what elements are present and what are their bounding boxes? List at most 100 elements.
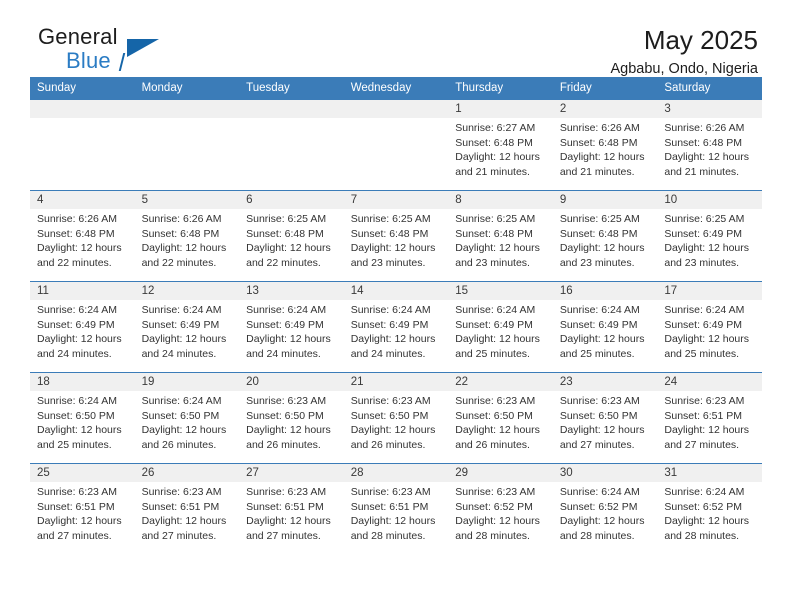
calendar-day-cell[interactable]: 21 Sunrise: 6:23 AM Sunset: 6:50 PM Dayligh… bbox=[343, 372, 449, 464]
calendar-day-cell[interactable]: 16 Sunrise: 6:24 AM Sunset: 6:49 PM Dayligh… bbox=[552, 281, 658, 373]
calendar-day-cell[interactable]: 26 Sunrise: 6:23 AM Sunset: 6:51 PM Dayligh… bbox=[134, 463, 240, 554]
calendar-day-cell[interactable]: 15 Sunrise: 6:24 AM Sunset: 6:49 PM Dayligh… bbox=[448, 281, 553, 373]
day-number: 5 bbox=[134, 191, 240, 209]
calendar-day-cell-empty bbox=[30, 99, 135, 191]
day-details: Sunrise: 6:26 AM Sunset: 6:48 PM Daylight:… bbox=[657, 118, 762, 179]
day-details: Sunrise: 6:23 AM Sunset: 6:50 PM Daylight:… bbox=[344, 391, 449, 452]
calendar-day-cell[interactable]: 12 Sunrise: 6:24 AM Sunset: 6:49 PM Dayligh… bbox=[134, 281, 240, 373]
sunset-time: Sunset: 6:49 PM bbox=[246, 318, 324, 331]
daylight-duration-line2: and 22 minutes. bbox=[141, 256, 217, 269]
day-number: 24 bbox=[657, 373, 762, 391]
weekday-header-friday: Friday bbox=[552, 77, 658, 100]
daylight-duration-line2: and 23 minutes. bbox=[559, 256, 635, 269]
daylight-duration-line1: Daylight: 12 hours bbox=[664, 151, 750, 163]
logo-triangle-icon bbox=[127, 39, 159, 57]
page-subtitle-location: Agbabu, Ondo, Nigeria bbox=[610, 60, 758, 77]
calendar-day-cell[interactable]: 14 Sunrise: 6:24 AM Sunset: 6:49 PM Dayligh… bbox=[343, 281, 449, 373]
sunset-time: Sunset: 6:51 PM bbox=[37, 500, 115, 513]
day-details: Sunrise: 6:23 AM Sunset: 6:50 PM Daylight:… bbox=[448, 391, 553, 452]
day-number: 21 bbox=[343, 373, 449, 391]
calendar-day-cell[interactable]: 31 Sunrise: 6:24 AM Sunset: 6:52 PM Dayligh… bbox=[657, 463, 762, 554]
day-number: 15 bbox=[448, 282, 553, 300]
calendar-day-cell[interactable]: 27 Sunrise: 6:23 AM Sunset: 6:51 PM Dayligh… bbox=[239, 463, 344, 554]
daylight-duration-line1: Daylight: 12 hours bbox=[246, 242, 331, 254]
page-header: General Blue May 2025 Agbabu, Ondo, Nige… bbox=[30, 0, 762, 77]
daylight-duration-line2: and 27 minutes. bbox=[664, 438, 740, 451]
weekday-header-wednesday: Wednesday bbox=[343, 77, 449, 100]
calendar-page: General Blue May 2025 Agbabu, Ondo, Nige… bbox=[0, 0, 792, 612]
calendar-week-row: 18 Sunrise: 6:24 AM Sunset: 6:50 PM Dayligh… bbox=[30, 372, 762, 464]
sunrise-time: Sunrise: 6:26 AM bbox=[141, 213, 222, 225]
calendar-day-cell[interactable]: 8 Sunrise: 6:25 AM Sunset: 6:48 PM Daylight… bbox=[448, 190, 553, 282]
calendar-day-cell[interactable]: 6 Sunrise: 6:25 AM Sunset: 6:48 PM Daylight… bbox=[239, 190, 344, 282]
calendar-day-cell[interactable]: 30 Sunrise: 6:24 AM Sunset: 6:52 PM Dayligh… bbox=[552, 463, 658, 554]
sunset-time: Sunset: 6:49 PM bbox=[141, 318, 220, 331]
day-number: 9 bbox=[552, 191, 658, 209]
sunrise-time: Sunrise: 6:23 AM bbox=[455, 395, 536, 407]
daylight-duration-line1: Daylight: 12 hours bbox=[141, 242, 227, 254]
day-details: Sunrise: 6:24 AM Sunset: 6:49 PM Daylight:… bbox=[239, 300, 344, 361]
sunrise-time: Sunrise: 6:24 AM bbox=[559, 486, 640, 498]
day-details: Sunrise: 6:25 AM Sunset: 6:48 PM Daylight:… bbox=[553, 209, 658, 270]
calendar-day-cell[interactable]: 7 Sunrise: 6:25 AM Sunset: 6:48 PM Daylight… bbox=[343, 190, 449, 282]
calendar-day-cell[interactable]: 20 Sunrise: 6:23 AM Sunset: 6:50 PM Dayligh… bbox=[239, 372, 344, 464]
calendar-day-cell[interactable]: 28 Sunrise: 6:23 AM Sunset: 6:51 PM Dayligh… bbox=[343, 463, 449, 554]
day-number: 29 bbox=[448, 464, 553, 482]
daylight-duration-line2: and 28 minutes. bbox=[455, 529, 530, 542]
calendar-day-cell[interactable]: 13 Sunrise: 6:24 AM Sunset: 6:49 PM Dayligh… bbox=[239, 281, 344, 373]
day-details: Sunrise: 6:23 AM Sunset: 6:51 PM Daylight:… bbox=[30, 482, 135, 543]
sunset-time: Sunset: 6:48 PM bbox=[350, 227, 429, 240]
daylight-duration-line2: and 24 minutes. bbox=[246, 347, 321, 360]
calendar-day-cell-empty bbox=[239, 99, 344, 191]
day-number: 13 bbox=[239, 282, 344, 300]
daylight-duration-line2: and 25 minutes. bbox=[664, 347, 740, 360]
calendar-day-cell[interactable]: 4 Sunrise: 6:26 AM Sunset: 6:48 PM Daylight… bbox=[30, 190, 135, 282]
daylight-duration-line2: and 22 minutes. bbox=[37, 256, 112, 269]
daylight-duration-line1: Daylight: 12 hours bbox=[350, 242, 436, 254]
daylight-duration-line1: Daylight: 12 hours bbox=[559, 242, 645, 254]
day-number: 23 bbox=[552, 373, 658, 391]
sunset-time: Sunset: 6:49 PM bbox=[664, 318, 743, 331]
sunrise-time: Sunrise: 6:23 AM bbox=[559, 395, 640, 407]
calendar-day-cell[interactable]: 19 Sunrise: 6:24 AM Sunset: 6:50 PM Dayligh… bbox=[134, 372, 240, 464]
daylight-duration-line1: Daylight: 12 hours bbox=[141, 515, 227, 527]
daylight-duration-line2: and 27 minutes. bbox=[37, 529, 112, 542]
sunset-time: Sunset: 6:48 PM bbox=[559, 227, 638, 240]
day-details: Sunrise: 6:24 AM Sunset: 6:49 PM Daylight:… bbox=[553, 300, 658, 361]
calendar-day-cell[interactable]: 2 Sunrise: 6:26 AM Sunset: 6:48 PM Daylight… bbox=[552, 99, 658, 191]
day-number: 31 bbox=[657, 464, 762, 482]
sunset-time: Sunset: 6:51 PM bbox=[246, 500, 324, 513]
day-details: Sunrise: 6:25 AM Sunset: 6:49 PM Daylight:… bbox=[657, 209, 762, 270]
calendar-day-cell[interactable]: 18 Sunrise: 6:24 AM Sunset: 6:50 PM Dayligh… bbox=[30, 372, 135, 464]
calendar-day-cell[interactable]: 10 Sunrise: 6:25 AM Sunset: 6:49 PM Dayligh… bbox=[657, 190, 762, 282]
calendar-day-cell[interactable]: 9 Sunrise: 6:25 AM Sunset: 6:48 PM Daylight… bbox=[552, 190, 658, 282]
calendar-day-cell[interactable]: 29 Sunrise: 6:23 AM Sunset: 6:52 PM Dayligh… bbox=[448, 463, 553, 554]
calendar-day-cell[interactable]: 17 Sunrise: 6:24 AM Sunset: 6:49 PM Dayligh… bbox=[657, 281, 762, 373]
sunrise-time: Sunrise: 6:25 AM bbox=[455, 213, 536, 225]
general-blue-logo[interactable]: General Blue bbox=[30, 26, 230, 78]
day-details: Sunrise: 6:24 AM Sunset: 6:50 PM Daylight:… bbox=[30, 391, 135, 452]
calendar-day-cell[interactable]: 3 Sunrise: 6:26 AM Sunset: 6:48 PM Daylight… bbox=[657, 99, 762, 191]
calendar-day-cell[interactable]: 1 Sunrise: 6:27 AM Sunset: 6:48 PM Daylight… bbox=[448, 99, 553, 191]
calendar-day-cell[interactable]: 5 Sunrise: 6:26 AM Sunset: 6:48 PM Daylight… bbox=[134, 190, 240, 282]
day-number: 16 bbox=[552, 282, 658, 300]
daylight-duration-line1: Daylight: 12 hours bbox=[559, 333, 645, 345]
daylight-duration-line2: and 23 minutes. bbox=[350, 256, 426, 269]
calendar-day-cell[interactable]: 25 Sunrise: 6:23 AM Sunset: 6:51 PM Dayligh… bbox=[30, 463, 135, 554]
calendar-day-cell-empty bbox=[343, 99, 449, 191]
day-details: Sunrise: 6:23 AM Sunset: 6:50 PM Daylight:… bbox=[553, 391, 658, 452]
sunrise-time: Sunrise: 6:24 AM bbox=[559, 304, 640, 316]
daylight-duration-line2: and 26 minutes. bbox=[246, 438, 321, 451]
calendar-day-cell[interactable]: 24 Sunrise: 6:23 AM Sunset: 6:51 PM Dayligh… bbox=[657, 372, 762, 464]
daylight-duration-line1: Daylight: 12 hours bbox=[664, 515, 750, 527]
calendar-day-cell[interactable]: 22 Sunrise: 6:23 AM Sunset: 6:50 PM Dayligh… bbox=[448, 372, 553, 464]
daylight-duration-line2: and 28 minutes. bbox=[350, 529, 426, 542]
daylight-duration-line1: Daylight: 12 hours bbox=[559, 515, 645, 527]
calendar-day-cell[interactable]: 23 Sunrise: 6:23 AM Sunset: 6:50 PM Dayligh… bbox=[552, 372, 658, 464]
day-number: 19 bbox=[134, 373, 240, 391]
sunset-time: Sunset: 6:49 PM bbox=[350, 318, 429, 331]
day-details: Sunrise: 6:24 AM Sunset: 6:49 PM Daylight:… bbox=[135, 300, 240, 361]
sunrise-time: Sunrise: 6:23 AM bbox=[37, 486, 117, 498]
calendar-day-cell[interactable]: 11 Sunrise: 6:24 AM Sunset: 6:49 PM Dayligh… bbox=[30, 281, 135, 373]
weekday-header-saturday: Saturday bbox=[657, 77, 762, 100]
